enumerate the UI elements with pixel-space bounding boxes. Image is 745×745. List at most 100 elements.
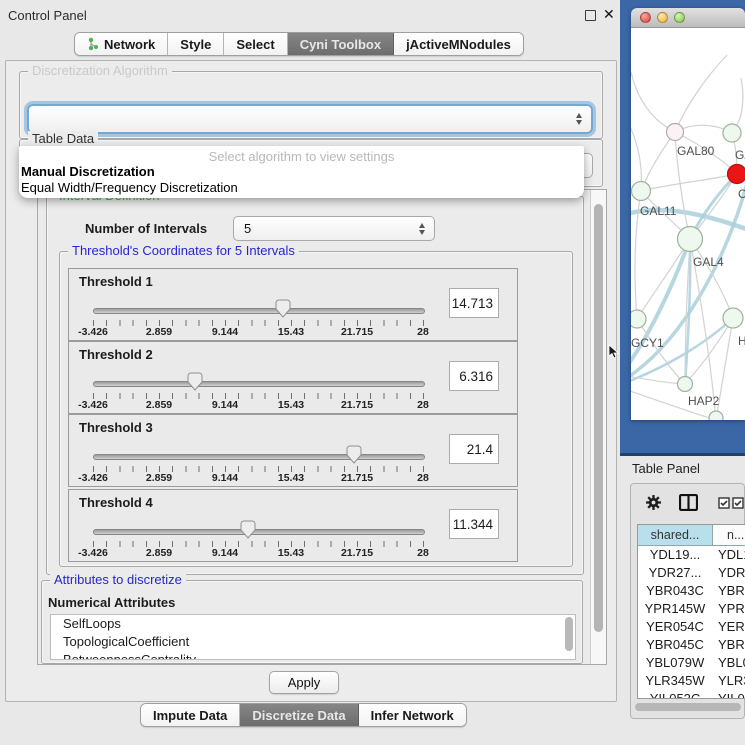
slider-tick-labels: -3.4262.8599.14415.4321.71528 [93, 472, 423, 485]
screen: Control Panel ✕ Network Style Select Cyn… [0, 0, 745, 745]
threshold-2-panel: Threshold 2 -3.4262.8599.14415.4321.7152… [68, 341, 518, 414]
table-panel-title: Table Panel [632, 461, 700, 476]
tab-infer-network[interactable]: Infer Network [359, 704, 466, 726]
network-window-titlebar[interactable] [631, 8, 745, 28]
threshold-3-panel: Threshold 3 -3.4262.8599.14415.4321.7152… [68, 414, 518, 487]
threshold-4-slider[interactable]: -3.4262.8599.14415.4321.71528 [93, 518, 423, 560]
table-panel: shared... n... YDL19...YDL1 YDR27...YDR2… [630, 483, 745, 719]
list-item[interactable]: TopologicalCoefficient [51, 633, 575, 651]
tab-cyni-toolbox[interactable]: Cyni Toolbox [288, 33, 394, 55]
threshold-2-value[interactable]: 6.316 [449, 361, 499, 391]
tab-discretize-data[interactable]: Discretize Data [240, 704, 358, 726]
node-label: GCY1 [631, 336, 664, 350]
cyni-mode-tabs: Impute Data Discretize Data Infer Networ… [140, 703, 467, 727]
panel-title: Control Panel [8, 8, 87, 23]
split-columns-icon[interactable] [679, 494, 698, 511]
table-row[interactable]: YER054CYER0 [638, 618, 745, 636]
column-header-name[interactable]: n... [713, 525, 745, 545]
table-row[interactable]: YIL052CYIL0 [638, 690, 745, 699]
table-row[interactable]: YDL19...YDL1 [638, 546, 745, 564]
list-item[interactable]: SelfLoops [51, 615, 575, 633]
node-bottom[interactable] [709, 411, 723, 420]
float-window-icon[interactable] [585, 10, 596, 21]
control-panel-titlebar: Control Panel ✕ [0, 0, 620, 30]
node-gal4[interactable] [678, 227, 703, 252]
table-row[interactable]: YBL079WYBL0 [638, 654, 745, 672]
checkbox-icon[interactable] [718, 497, 730, 509]
node-label: HAP2 [688, 394, 720, 408]
minimize-traffic-light[interactable] [657, 12, 668, 23]
popup-hint: Select algorithm to view settings [19, 149, 584, 164]
threshold-3-value[interactable]: 21.4 [449, 434, 499, 464]
tab-impute-data[interactable]: Impute Data [141, 704, 240, 726]
threshold-1-value[interactable]: 14.713 [449, 288, 499, 318]
threshold-4-value[interactable]: 11.344 [449, 509, 499, 539]
tab-network[interactable]: Network [75, 33, 168, 55]
node-label: GAL4 [693, 255, 724, 269]
list-scrollbar[interactable] [565, 617, 573, 651]
slider-track[interactable] [93, 454, 425, 460]
checkbox-icon[interactable] [732, 497, 744, 509]
option-manual-discretization[interactable]: Manual Discretization [21, 164, 155, 179]
group-title: Discretization Algorithm [28, 63, 172, 78]
num-intervals-select[interactable]: 5 [233, 216, 435, 241]
node-h[interactable] [723, 308, 743, 328]
table-row[interactable]: YBR045CYBR0 [638, 636, 745, 654]
node-label: GAL11 [640, 204, 677, 218]
threshold-3-slider[interactable]: -3.4262.8599.14415.4321.71528 [93, 443, 423, 485]
slider-thumb[interactable] [187, 372, 203, 391]
node-gal80[interactable] [667, 124, 684, 141]
table-row[interactable]: YDR27...YDR2 [638, 564, 745, 582]
node-label: C [738, 187, 745, 201]
node-label: GAL80 [677, 144, 715, 158]
node-gal11[interactable] [632, 182, 651, 201]
slider-track[interactable] [93, 529, 425, 535]
table-row[interactable]: YBR043CYBR0 [638, 582, 745, 600]
mouse-cursor [608, 344, 619, 363]
network-graph-icon [87, 37, 99, 51]
list-item[interactable]: BetweennessCentrality [51, 651, 575, 660]
close-traffic-light[interactable] [640, 12, 651, 23]
threshold-1-slider[interactable]: -3.4262.8599.14415.4321.71528 [93, 297, 423, 339]
threshold-2-slider[interactable]: -3.4262.8599.14415.4321.71528 [93, 370, 423, 412]
vertical-scrollbar[interactable] [590, 190, 606, 664]
combo-arrows-icon [576, 113, 583, 125]
thresholds-group: Threshold's Coordinates for 5 Intervals … [59, 251, 573, 567]
slider-thumb[interactable] [346, 445, 362, 464]
column-header-shared-name[interactable]: shared... [638, 525, 713, 545]
group-title: Table Data [28, 131, 98, 146]
cyni-toolbox-panel: Discretization Algorithm Table Data galF… [5, 60, 617, 702]
zoom-traffic-light[interactable] [674, 12, 685, 23]
horizontal-scrollbar[interactable] [635, 703, 741, 711]
table-row[interactable]: YPR145WYPR1 [638, 600, 745, 618]
slider-tick-labels: -3.4262.8599.14415.4321.71528 [93, 326, 423, 339]
node-ga[interactable] [723, 124, 741, 142]
settings-scroll-area: Interval Definition Number of Intervals … [37, 189, 607, 665]
group-title: Attributes to discretize [50, 572, 186, 587]
close-icon[interactable]: ✕ [603, 6, 615, 23]
slider-thumb[interactable] [240, 520, 256, 539]
apply-button[interactable]: Apply [269, 671, 339, 694]
node-gcy1[interactable] [631, 310, 646, 328]
network-view-frame: GAL80 GA C GAL11 GAL4 GCY1 H HAP2 [620, 0, 745, 456]
node-table: shared... n... YDL19...YDL1 YDR27...YDR2… [637, 524, 745, 699]
slider-track[interactable] [93, 381, 425, 387]
table-header: shared... n... [638, 525, 745, 546]
tab-select[interactable]: Select [224, 33, 287, 55]
scrollbar-thumb[interactable] [594, 204, 603, 632]
slider-thumb[interactable] [275, 299, 291, 318]
gear-icon[interactable] [645, 494, 662, 511]
network-graph: GAL80 GA C GAL11 GAL4 GCY1 H HAP2 [631, 28, 745, 420]
node-red-selected[interactable] [728, 165, 745, 184]
network-canvas[interactable]: GAL80 GA C GAL11 GAL4 GCY1 H HAP2 [631, 28, 745, 420]
option-equal-width-frequency[interactable]: Equal Width/Frequency Discretization [21, 180, 238, 195]
combo-arrows-icon [419, 223, 426, 235]
network-window: GAL80 GA C GAL11 GAL4 GCY1 H HAP2 [631, 8, 745, 420]
algorithm-dropdown-popup: Select algorithm to view settings Manual… [19, 146, 584, 198]
algorithm-select[interactable] [27, 104, 593, 134]
slider-track[interactable] [93, 308, 425, 314]
node-hap2[interactable] [678, 377, 693, 392]
table-row[interactable]: YLR345WYLR3 [638, 672, 745, 690]
tab-style[interactable]: Style [168, 33, 224, 55]
tab-jactivemnodules[interactable]: jActiveMNodules [394, 33, 523, 55]
